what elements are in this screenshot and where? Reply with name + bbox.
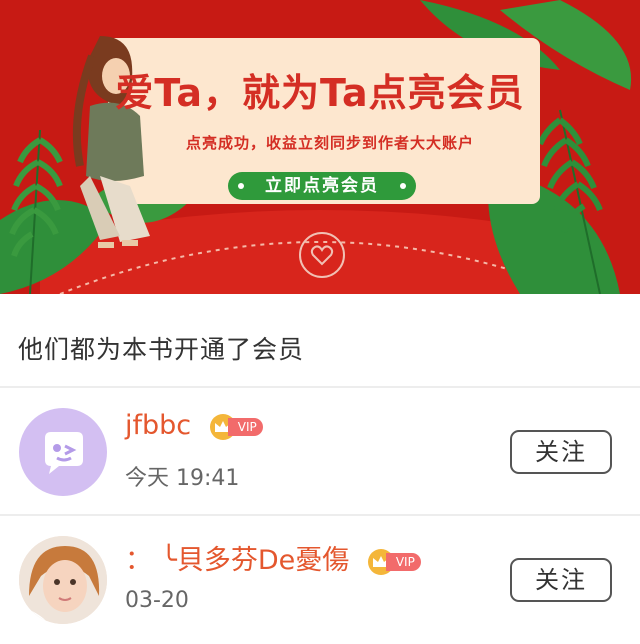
member-name[interactable]: ： ╰貝多芬De憂傷 VIP	[125, 538, 422, 577]
dot-icon	[238, 183, 244, 189]
member-time: 03-20	[125, 588, 189, 613]
member-time: 今天 19:41	[125, 466, 240, 491]
follow-button[interactable]: 关注	[510, 558, 612, 602]
member-name[interactable]: jfbbc VIP	[125, 410, 264, 441]
follow-button[interactable]: 关注	[510, 430, 612, 474]
banner-headline: 爱Ta，就为Ta点亮会员	[115, 71, 525, 115]
girl-photo-icon	[19, 536, 107, 624]
activate-membership-label: 立即点亮会员	[265, 176, 379, 196]
chat-bubble-icon	[45, 432, 83, 474]
vip-tag: VIP	[385, 552, 421, 571]
activate-membership-button[interactable]: 立即点亮会员	[228, 172, 416, 200]
heart-seal-icon	[299, 232, 345, 278]
member-name-text: jfbbc	[125, 410, 192, 441]
banner-subline: 点亮成功，收益立刻同步到作者大大账户	[185, 134, 474, 152]
vip-tag: VIP	[227, 417, 263, 436]
dot-icon	[400, 183, 406, 189]
member-row[interactable]: ： ╰貝多芬De憂傷 VIP 03-20 关注	[0, 516, 640, 644]
avatar[interactable]	[19, 536, 107, 624]
vip-badge: VIP	[367, 548, 422, 575]
member-name-text: ： ╰貝多芬De憂傷	[125, 545, 350, 576]
vip-badge: VIP	[209, 413, 264, 440]
avatar[interactable]	[19, 408, 107, 496]
membership-banner[interactable]: 爱Ta，就为Ta点亮会员 点亮成功，收益立刻同步到作者大大账户 立即点亮会员	[0, 0, 640, 294]
member-row[interactable]: jfbbc VIP 今天 19:41 关注	[0, 388, 640, 516]
section-title: 他们都为本书开通了会员	[18, 335, 305, 364]
